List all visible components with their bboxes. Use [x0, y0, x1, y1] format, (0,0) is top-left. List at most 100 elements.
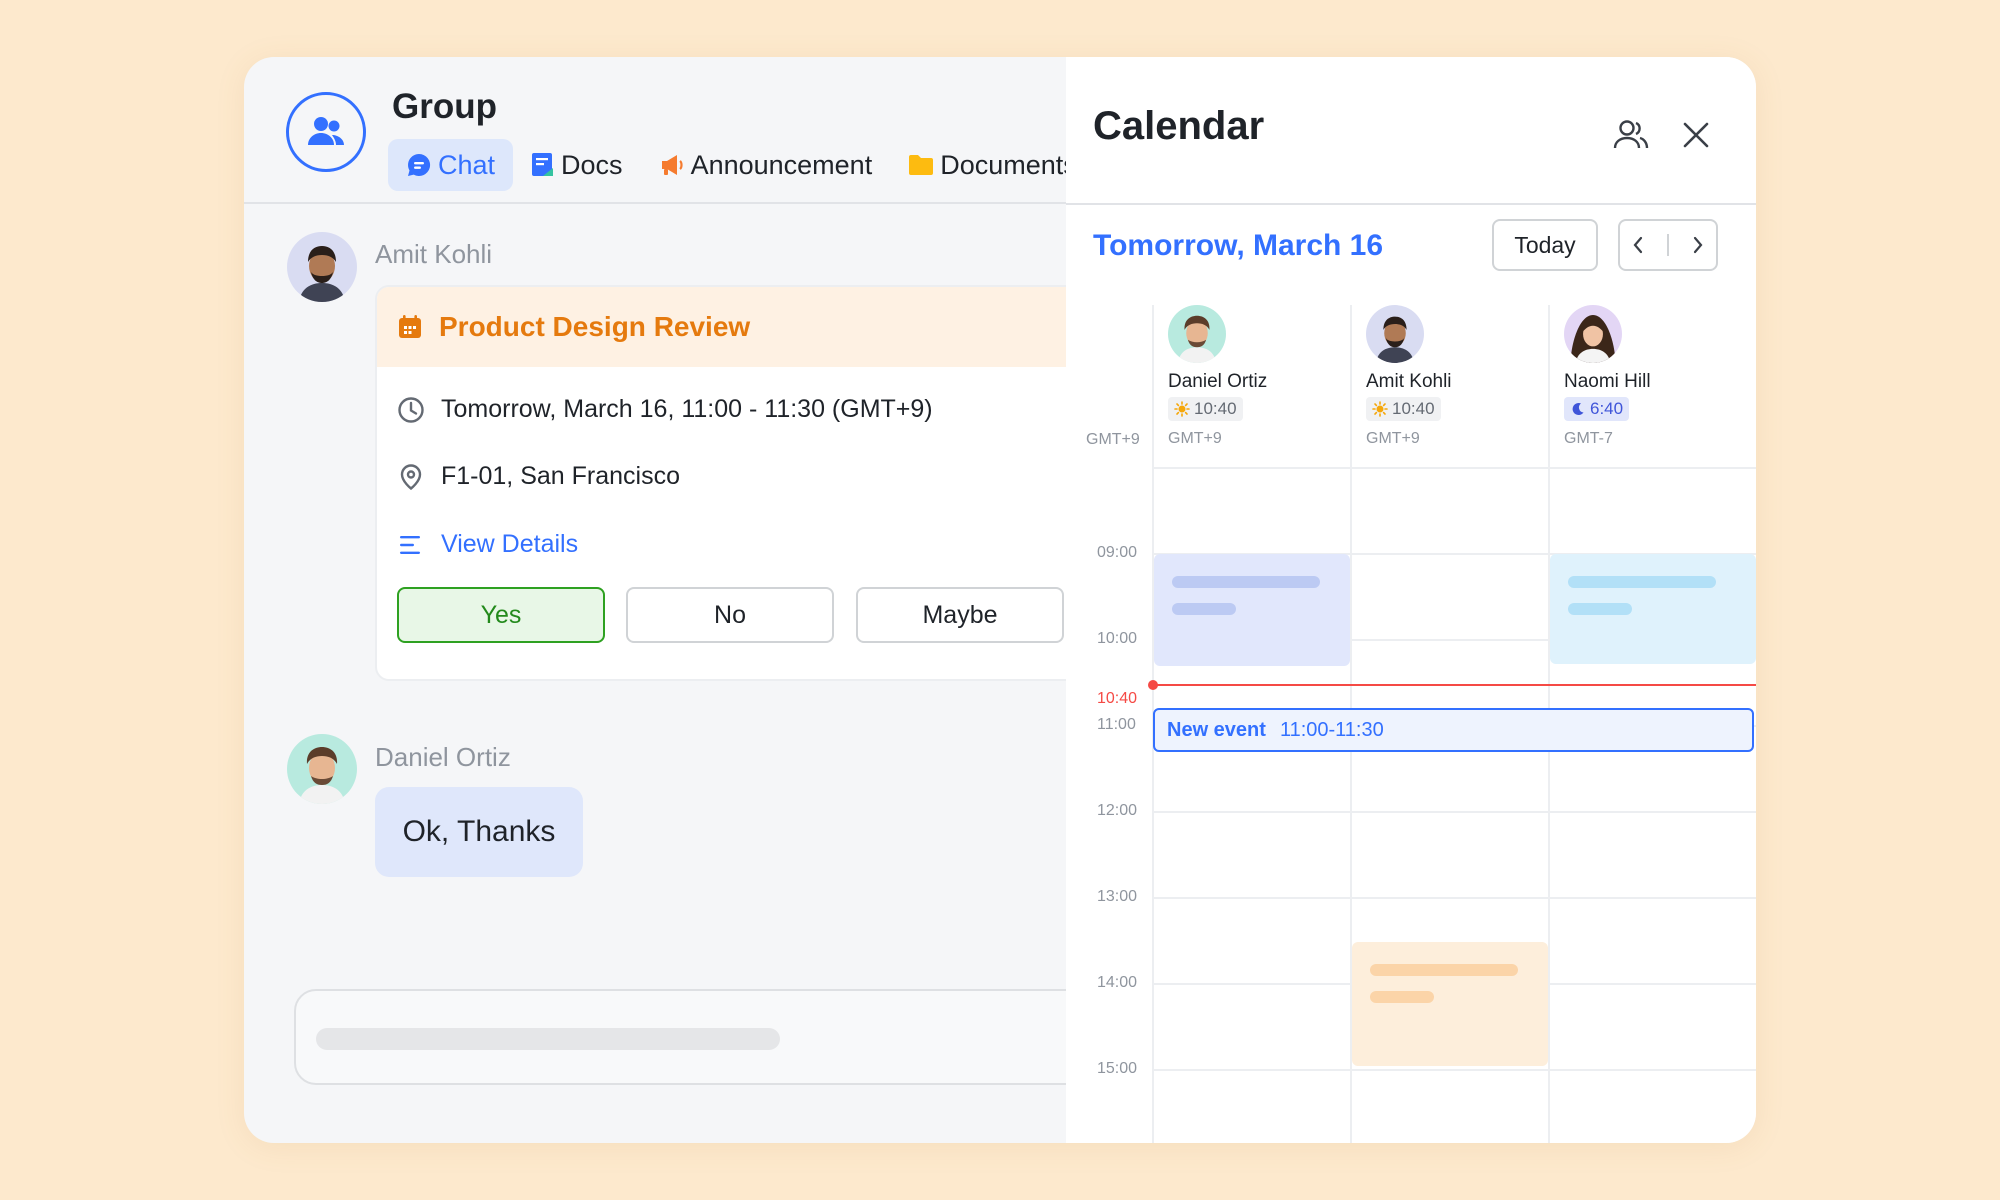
hour-label: 11:00 — [1097, 716, 1136, 733]
new-event-label: New event — [1167, 718, 1266, 741]
view-details-link[interactable]: View Details — [397, 530, 578, 559]
rsvp-maybe-button[interactable]: Maybe — [856, 587, 1064, 643]
message-bubble: Ok, Thanks — [375, 787, 583, 877]
grid-line — [1152, 1069, 1756, 1071]
sun-icon — [1174, 401, 1190, 417]
nav-separator — [1667, 234, 1669, 256]
chat-header: Group Chat Docs Announcement Documents — [244, 57, 1066, 204]
close-icon — [1683, 122, 1709, 148]
calendar-date-label: Tomorrow, March 16 — [1093, 229, 1384, 262]
busy-placeholder-bar — [1172, 603, 1236, 615]
chevron-right-icon[interactable] — [1691, 235, 1705, 255]
person-name: Daniel Ortiz — [1168, 371, 1268, 392]
group-icon — [308, 117, 344, 145]
sun-icon — [1372, 401, 1388, 417]
close-button[interactable] — [1676, 115, 1716, 155]
avatar-daniel-ortiz[interactable] — [287, 734, 357, 804]
today-button[interactable]: Today — [1492, 219, 1598, 271]
rsvp-no-button[interactable]: No — [626, 587, 834, 643]
message-composer[interactable] — [294, 989, 1066, 1085]
busy-placeholder-bar — [1370, 991, 1434, 1003]
group-title: Group — [392, 87, 497, 126]
person-timezone: GMT-7 — [1564, 430, 1613, 447]
person-local-time: 6:40 — [1564, 397, 1630, 421]
tab-label: Announcement — [690, 149, 873, 180]
event-location-row: F1-01, San Francisco — [397, 462, 680, 491]
tab-chat[interactable]: Chat — [388, 139, 514, 191]
calendar-person[interactable]: Naomi Hill 6:40 GMT-7 — [1564, 305, 1754, 448]
grid-line — [1152, 467, 1756, 469]
busy-placeholder-bar — [1370, 964, 1518, 976]
date-nav — [1618, 219, 1718, 271]
hour-label: 10:00 — [1097, 630, 1138, 647]
calendar-icon — [399, 315, 421, 338]
calendar-panel: Calendar Tomorrow, March 16 Today Daniel… — [1066, 57, 1756, 1143]
event-location: F1-01, San Francisco — [441, 462, 680, 490]
tab-announcement[interactable]: Announcement — [641, 139, 891, 191]
composer-placeholder — [316, 1028, 780, 1050]
hour-label: 13:00 — [1097, 888, 1138, 905]
new-event-block[interactable]: New event 11:00-11:30 — [1153, 708, 1754, 752]
tab-docs[interactable]: Docs — [513, 139, 641, 191]
current-time-dot — [1148, 680, 1158, 690]
current-time-line — [1153, 684, 1756, 686]
busy-placeholder-bar — [1172, 576, 1320, 588]
person-avatar — [1168, 305, 1226, 363]
message-sender: Amit Kohli — [375, 239, 493, 269]
grid-line — [1152, 811, 1756, 813]
person-avatar — [1366, 305, 1424, 363]
grid-line — [1152, 897, 1756, 899]
megaphone-icon — [661, 155, 683, 175]
view-details-label: View Details — [441, 530, 579, 558]
hour-label: 09:00 — [1097, 544, 1138, 561]
calendar-person[interactable]: Daniel Ortiz 10:40 GMT+9 — [1168, 305, 1358, 448]
folder-icon — [909, 155, 934, 175]
chevron-left-icon[interactable] — [1631, 235, 1645, 255]
person-avatar-icon — [287, 734, 357, 804]
person-name: Naomi Hill — [1564, 371, 1651, 392]
new-event-time: 11:00-11:30 — [1279, 718, 1384, 741]
group-avatar[interactable] — [286, 92, 366, 172]
busy-block[interactable] — [1352, 942, 1548, 1066]
tab-label: Chat — [438, 149, 496, 180]
person-avatar-icon — [1564, 305, 1622, 363]
calendar-timezone-label: GMT+9 — [1086, 431, 1140, 448]
busy-placeholder-bar — [1568, 603, 1632, 615]
local-time-value: 10:40 — [1194, 399, 1237, 418]
moon-icon — [1572, 403, 1584, 416]
location-pin-icon — [400, 463, 422, 490]
busy-placeholder-bar — [1568, 576, 1716, 588]
event-time: Tomorrow, March 16, 11:00 - 11:30 (GMT+9… — [441, 395, 933, 423]
clock-icon — [398, 396, 424, 423]
event-card-header: Product Design Review — [377, 287, 1066, 367]
local-time-value: 6:40 — [1590, 399, 1624, 418]
tab-label: Docs — [561, 149, 623, 180]
calendar-person[interactable]: Amit Kohli 10:40 GMT+9 — [1366, 305, 1556, 448]
tab-label: Documents — [940, 149, 1066, 180]
calendar-header: Calendar — [1066, 57, 1756, 205]
hour-label: 12:00 — [1097, 802, 1138, 819]
busy-block[interactable] — [1154, 554, 1350, 666]
current-time-label: 10:40 — [1097, 690, 1138, 707]
participants-button[interactable] — [1611, 115, 1651, 155]
hour-label: 15:00 — [1097, 1060, 1138, 1077]
person-avatar-icon — [1168, 305, 1226, 363]
details-list-icon — [400, 535, 420, 554]
docs-icon — [532, 153, 554, 176]
busy-block[interactable] — [1550, 554, 1756, 664]
event-card: Product Design Review Tomorrow, March 16… — [375, 285, 1066, 681]
person-local-time: 10:40 — [1168, 397, 1243, 421]
rsvp-yes-button[interactable]: Yes — [397, 587, 605, 643]
message-sender: Daniel Ortiz — [375, 742, 511, 772]
avatar-amit-kohli[interactable] — [287, 232, 357, 302]
calendar-title: Calendar — [1093, 104, 1265, 148]
chat-pane: Group Chat Docs Announcement Documents A… — [244, 57, 1066, 1143]
person-timezone: GMT+9 — [1366, 430, 1420, 447]
hour-label: 14:00 — [1097, 974, 1138, 991]
chat-icon — [408, 153, 431, 176]
tab-documents[interactable]: Documents — [890, 139, 1066, 191]
person-local-time: 10:40 — [1366, 397, 1441, 421]
local-time-value: 10:40 — [1392, 399, 1435, 418]
person-avatar-icon — [287, 232, 357, 302]
event-time-row: Tomorrow, March 16, 11:00 - 11:30 (GMT+9… — [397, 395, 933, 424]
